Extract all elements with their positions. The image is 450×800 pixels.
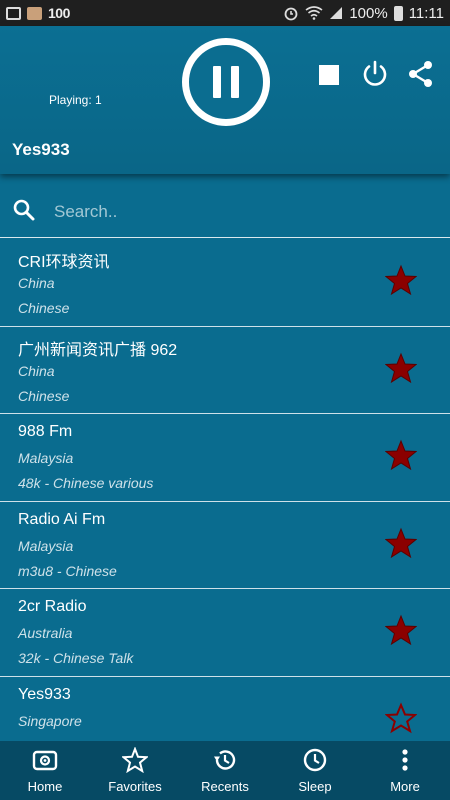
pause-icon	[213, 66, 221, 98]
favorite-star-icon[interactable]	[385, 352, 417, 384]
alarm-icon	[284, 7, 298, 21]
station-info: 48k - Chinese various	[18, 475, 154, 491]
station-country: Malaysia	[18, 537, 74, 554]
clock-icon	[303, 748, 327, 772]
status-left: 100	[6, 5, 70, 21]
nav-label: Favorites	[108, 779, 162, 794]
nav-label: Recents	[201, 779, 249, 794]
history-icon	[214, 750, 236, 770]
nav-home[interactable]: Home	[0, 741, 90, 800]
status-bar: 100 100% 11:11	[0, 0, 450, 26]
nav-favorites[interactable]: Favorites	[90, 741, 180, 800]
wifi-icon	[305, 6, 323, 20]
station-name: CRI环球资讯	[18, 254, 110, 271]
nav-label: Sleep	[298, 779, 332, 794]
signal-icon	[330, 7, 343, 19]
nav-label: More	[390, 779, 420, 794]
favorite-star-outline-icon[interactable]	[385, 701, 417, 734]
station-country: Singapore	[18, 712, 82, 729]
nav-label: Home	[27, 779, 63, 794]
station-name: Radio Ai Fm	[18, 510, 106, 528]
photo-icon	[27, 6, 42, 20]
star-outline-icon	[122, 747, 148, 773]
station-list: CRI环球资讯 China Chinese 广州新闻资讯广播 962 China…	[0, 239, 450, 741]
nav-recents[interactable]: Recents	[180, 741, 270, 800]
station-country: Australia	[18, 625, 73, 641]
station-row[interactable]: CRI环球资讯 China Chinese	[0, 239, 450, 327]
favorite-star-icon[interactable]	[385, 527, 417, 559]
playing-label: Playing: 1	[49, 93, 102, 107]
status-left-text: 100	[48, 5, 70, 21]
search-input[interactable]	[54, 198, 434, 226]
nav-sleep[interactable]: Sleep	[270, 741, 360, 800]
favorite-star-icon[interactable]	[385, 264, 417, 296]
station-name: Yes933	[18, 685, 71, 703]
battery-icon	[393, 5, 403, 21]
station-info: Chinese	[18, 300, 70, 316]
player-header: Playing: 1 Yes933	[0, 26, 450, 174]
bottom-nav: Home Favorites Recents Sleep More	[0, 741, 450, 800]
search-bar	[0, 186, 450, 238]
nav-more[interactable]: More	[360, 741, 450, 800]
station-name: 广州新闻资讯广播 962	[18, 341, 178, 359]
station-row[interactable]: 988 Fm Malaysia 48k - Chinese various	[0, 414, 450, 502]
station-country: China	[18, 275, 55, 291]
radio-icon	[32, 750, 58, 771]
station-name: 988 Fm	[18, 423, 73, 440]
station-country: Malaysia	[18, 450, 74, 466]
station-row[interactable]: Radio Ai Fm Malaysia m3u8 - Chinese	[0, 502, 450, 589]
station-row[interactable]: 2cr Radio Australia 32k - Chinese Talk	[0, 589, 450, 677]
station-country: China	[18, 362, 55, 379]
station-info: Chinese	[18, 387, 70, 404]
search-icon[interactable]	[12, 198, 36, 222]
favorite-star-icon[interactable]	[385, 439, 417, 471]
favorite-star-icon[interactable]	[385, 614, 417, 646]
station-row[interactable]: 广州新闻资讯广播 962 China Chinese	[0, 327, 450, 414]
more-vert-icon	[402, 749, 408, 771]
stop-icon[interactable]	[319, 65, 339, 85]
station-info: m3u8 - Chinese	[18, 562, 117, 579]
station-row[interactable]: Yes933 Singapore	[0, 677, 450, 742]
station-info: 32k - Chinese Talk	[18, 650, 134, 666]
status-time: 11:11	[408, 4, 444, 22]
battery-percent: 100%	[349, 4, 388, 22]
share-icon[interactable]	[406, 59, 436, 89]
current-station-title: Yes933	[12, 140, 70, 159]
gallery-icon	[6, 6, 21, 20]
station-name: 2cr Radio	[18, 598, 87, 615]
pause-icon-bar	[231, 66, 239, 98]
pause-button[interactable]	[182, 38, 270, 126]
status-right: 100% 11:11	[283, 5, 444, 22]
power-icon[interactable]	[360, 59, 390, 89]
